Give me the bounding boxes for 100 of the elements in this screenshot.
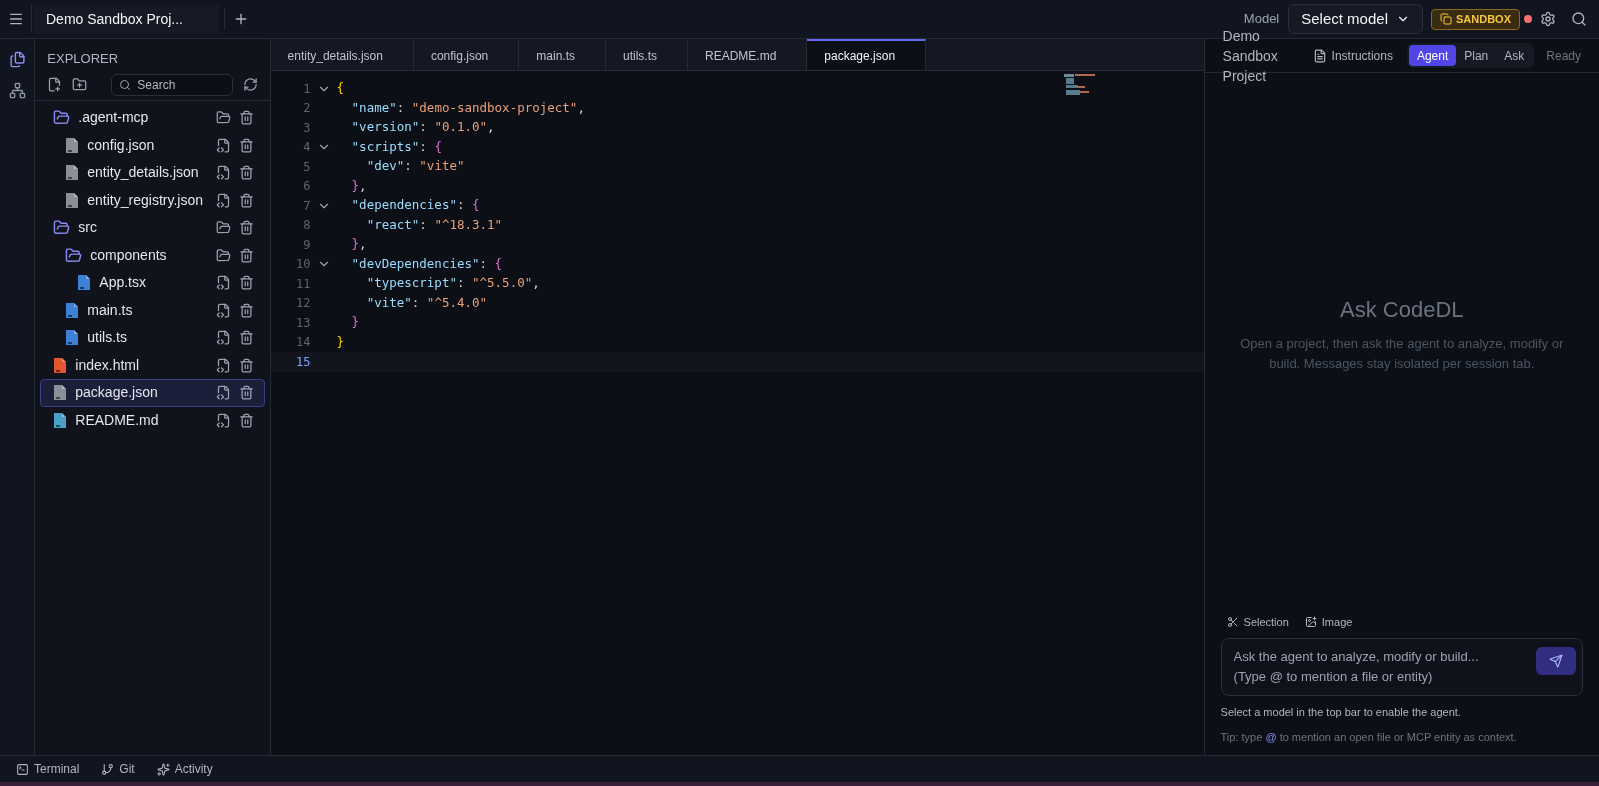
file-row[interactable]: package.json bbox=[40, 379, 265, 407]
scissors-icon bbox=[1226, 615, 1239, 628]
item-name: entity_registry.json bbox=[87, 190, 204, 210]
editor-tab[interactable]: entity_details.json bbox=[270, 39, 414, 70]
delete-icon[interactable] bbox=[238, 275, 254, 291]
file-row[interactable]: index.html bbox=[40, 351, 265, 379]
files-icon[interactable] bbox=[8, 51, 26, 68]
folder-row[interactable]: components bbox=[40, 241, 265, 269]
send-button[interactable] bbox=[1536, 647, 1576, 675]
add-icon[interactable] bbox=[233, 11, 249, 27]
panel-button[interactable]: Activity bbox=[156, 760, 213, 778]
line-number: 12 bbox=[295, 295, 311, 313]
document-icon bbox=[1312, 48, 1327, 63]
line-number: 3 bbox=[302, 119, 311, 137]
delete-icon[interactable] bbox=[238, 302, 254, 318]
panel-button[interactable]: Terminal bbox=[16, 760, 80, 778]
open-file-icon[interactable] bbox=[215, 412, 231, 428]
delete-icon[interactable] bbox=[238, 385, 254, 401]
folder-icon bbox=[65, 246, 83, 264]
editor-tab[interactable]: utils.ts bbox=[606, 39, 688, 70]
image-button[interactable]: Image bbox=[1304, 613, 1353, 630]
file-row[interactable]: App.tsx bbox=[40, 269, 265, 297]
line-number: 10 bbox=[295, 256, 311, 274]
line-number: 4 bbox=[302, 139, 311, 157]
open-file-icon[interactable] bbox=[215, 165, 231, 181]
sparkle-icon bbox=[156, 762, 170, 776]
code-line: }, bbox=[350, 235, 367, 254]
open-folder-icon[interactable] bbox=[215, 247, 231, 263]
file-row[interactable]: entity_details.json bbox=[40, 159, 265, 187]
settings-icon[interactable] bbox=[1540, 11, 1556, 27]
file-icon bbox=[65, 329, 80, 347]
project-title: Demo Sandbox Project bbox=[1222, 26, 1279, 86]
copy-icon bbox=[1440, 13, 1452, 25]
folder-row[interactable]: src bbox=[40, 214, 265, 242]
code-line: "version": "0.1.0", bbox=[350, 118, 495, 137]
new-folder-icon[interactable] bbox=[72, 77, 88, 92]
open-file-icon[interactable] bbox=[215, 137, 231, 153]
code-line: "name": "demo-sandbox-project", bbox=[350, 98, 585, 117]
editor-tab[interactable]: config.json bbox=[413, 39, 520, 70]
open-folder-icon[interactable] bbox=[215, 220, 231, 236]
open-file-icon[interactable] bbox=[215, 192, 231, 208]
file-icon bbox=[65, 191, 80, 209]
item-name: package.json bbox=[75, 383, 159, 403]
search-input[interactable]: Search bbox=[137, 75, 225, 94]
open-file-icon[interactable] bbox=[215, 302, 231, 318]
item-name: src bbox=[78, 218, 98, 238]
new-file-icon[interactable] bbox=[47, 77, 63, 92]
delete-icon[interactable] bbox=[238, 357, 254, 373]
open-file-icon[interactable] bbox=[215, 357, 231, 373]
code-line: }, bbox=[350, 176, 367, 195]
refresh-icon[interactable] bbox=[242, 77, 258, 92]
status-text: Ready bbox=[1546, 47, 1581, 65]
file-icon bbox=[65, 136, 80, 154]
code-line: } bbox=[336, 332, 345, 351]
file-row[interactable]: utils.ts bbox=[40, 324, 265, 352]
editor-tab[interactable]: package.json bbox=[807, 39, 927, 70]
code-line: "devDependencies": { bbox=[350, 254, 503, 273]
line-number: 1 bbox=[302, 80, 311, 98]
item-name: index.html bbox=[75, 355, 141, 375]
open-file-icon[interactable] bbox=[215, 275, 231, 291]
file-row[interactable]: main.ts bbox=[40, 296, 265, 324]
line-number: 7 bbox=[302, 197, 311, 215]
line-number: 6 bbox=[302, 178, 311, 196]
delete-icon[interactable] bbox=[238, 165, 254, 181]
search-icon bbox=[119, 78, 132, 91]
file-row[interactable]: config.json bbox=[40, 131, 265, 159]
file-row[interactable]: README.md bbox=[40, 406, 265, 434]
mode-tab[interactable]: Plan bbox=[1456, 45, 1497, 66]
code-line: "dev": "vite" bbox=[365, 157, 465, 176]
delete-icon[interactable] bbox=[238, 330, 254, 346]
session-tab[interactable]: Demo Sandbox Proj... bbox=[34, 4, 219, 34]
search-field[interactable]: Search bbox=[111, 73, 233, 96]
line-number: 8 bbox=[302, 217, 311, 235]
open-file-icon[interactable] bbox=[215, 385, 231, 401]
hierarchy-icon[interactable] bbox=[8, 82, 26, 99]
model-select[interactable]: Select model bbox=[1288, 4, 1423, 34]
message-input[interactable]: Ask the agent to analyze, modify or build... (Type @ to mention a file or entity) bbox=[1233, 645, 1528, 689]
delete-icon[interactable] bbox=[238, 110, 254, 126]
file-row[interactable]: entity_registry.json bbox=[40, 186, 265, 214]
empty-text: Open a project, then ask the agent to analyze, modify or build. Messages stay isolated per session tab. bbox=[1239, 334, 1565, 373]
editor-tab[interactable]: main.ts bbox=[519, 39, 606, 70]
delete-icon[interactable] bbox=[238, 247, 254, 263]
open-file-icon[interactable] bbox=[215, 330, 231, 346]
mode-tab[interactable]: Agent bbox=[1408, 45, 1457, 66]
delete-icon[interactable] bbox=[238, 220, 254, 236]
delete-icon[interactable] bbox=[238, 192, 254, 208]
open-folder-icon[interactable] bbox=[215, 110, 231, 126]
delete-icon[interactable] bbox=[238, 137, 254, 153]
mode-tab[interactable]: Ask bbox=[1496, 45, 1533, 66]
message-field[interactable]: Ask the agent to analyze, modify or build... (Type @ to mention a file or entity) bbox=[1220, 638, 1583, 696]
delete-icon[interactable] bbox=[238, 412, 254, 428]
search-icon[interactable] bbox=[1571, 11, 1587, 27]
panel-button[interactable]: Git bbox=[101, 760, 135, 778]
menu-icon[interactable] bbox=[7, 11, 24, 27]
item-name: README.md bbox=[75, 410, 160, 430]
item-name: App.tsx bbox=[99, 273, 147, 293]
selection-button[interactable]: Selection bbox=[1226, 613, 1289, 630]
folder-row[interactable]: .agent-mcp bbox=[40, 104, 265, 132]
instructions-button[interactable]: Instructions bbox=[1312, 46, 1393, 65]
branch-icon bbox=[101, 762, 115, 776]
